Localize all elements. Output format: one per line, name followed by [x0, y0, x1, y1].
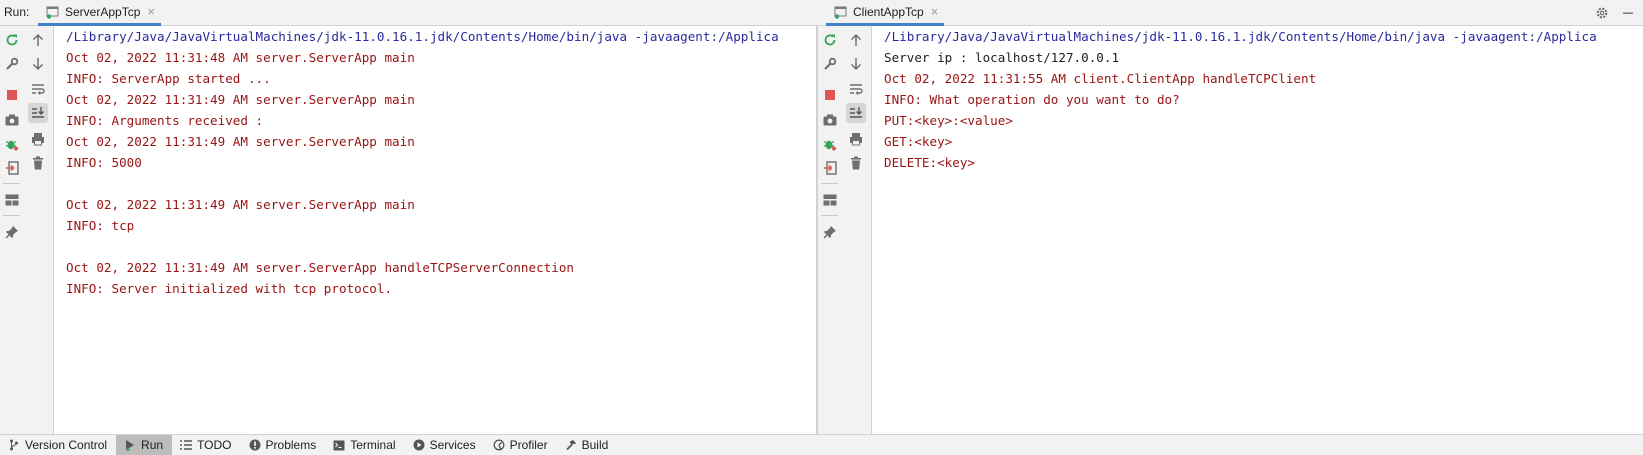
tool-label: Build [581, 438, 609, 452]
console-line: DELETE:<key> [884, 155, 975, 170]
print-icon[interactable] [846, 129, 866, 149]
tool-label: Terminal [350, 438, 396, 452]
debug-icon[interactable] [820, 134, 840, 154]
rerun-icon[interactable] [2, 30, 22, 50]
console-line: INFO: Arguments received : [66, 113, 264, 128]
tool-window-bar: Version Control Run TODO Problems Termin… [0, 434, 1643, 455]
login-icon[interactable] [820, 158, 840, 178]
pin-icon[interactable] [820, 222, 840, 242]
console-line: INFO: ServerApp started ... [66, 71, 271, 86]
arrow-down-icon[interactable] [28, 54, 48, 74]
trash-icon[interactable] [846, 153, 866, 173]
problems-icon [249, 439, 261, 451]
services-icon [413, 439, 425, 451]
console-line: GET:<key> [884, 134, 953, 149]
tool-label: Services [429, 438, 476, 452]
console-actions-toolbar [23, 26, 54, 434]
stop-icon[interactable] [820, 85, 840, 105]
console-line: Oct 02, 2022 11:31:49 AM server.ServerAp… [66, 134, 415, 149]
debug-icon[interactable] [2, 134, 22, 154]
server-run-panel: /Library/Java/JavaVirtualMachines/jdk-11… [0, 26, 816, 434]
camera-icon[interactable] [2, 110, 22, 130]
run-actions-toolbar [818, 26, 841, 434]
pin-icon[interactable] [2, 222, 22, 242]
stop-icon[interactable] [2, 85, 22, 105]
close-icon[interactable]: × [147, 5, 155, 18]
console-line: /Library/Java/JavaVirtualMachines/jdk-11… [66, 29, 779, 44]
login-icon[interactable] [2, 158, 22, 178]
gear-icon[interactable] [1593, 4, 1611, 22]
list-icon [180, 439, 193, 451]
print-icon[interactable] [28, 129, 48, 149]
console-line: INFO: Server initialized with tcp protoc… [66, 281, 393, 296]
soft-wrap-icon[interactable] [28, 79, 48, 99]
tool-todo[interactable]: TODO [172, 435, 240, 455]
run-config-icon [834, 5, 848, 19]
tab-client-app-tcp[interactable]: ClientAppTcp × [826, 0, 945, 26]
tool-version-control[interactable]: Version Control [0, 435, 116, 455]
close-icon[interactable]: × [931, 5, 939, 18]
console-line: INFO: What operation do you want to do? [884, 92, 1180, 107]
layout-icon[interactable] [820, 190, 840, 210]
hammer-icon [565, 439, 577, 451]
client-console-output[interactable]: /Library/Java/JavaVirtualMachines/jdk-11… [884, 26, 1643, 434]
console-line: Server ip : localhost/127.0.0.1 [884, 50, 1120, 65]
tool-run[interactable]: Run [116, 434, 173, 455]
run-actions-toolbar [0, 26, 23, 434]
soft-wrap-icon[interactable] [846, 79, 866, 99]
run-config-icon [46, 5, 60, 19]
minimize-icon[interactable] [1619, 4, 1637, 22]
wrench-icon[interactable] [2, 54, 22, 74]
run-tool-window-header: Run: ServerAppTcp × ClientAppTcp × [0, 0, 1643, 26]
tool-label: Problems [265, 438, 317, 452]
tool-label: TODO [197, 438, 232, 452]
console-actions-toolbar [841, 26, 872, 434]
wrench-icon[interactable] [820, 54, 840, 74]
tool-problems[interactable]: Problems [241, 435, 326, 455]
console-line: INFO: tcp [66, 218, 135, 233]
client-run-panel: /Library/Java/JavaVirtualMachines/jdk-11… [818, 26, 1643, 434]
console-line: Oct 02, 2022 11:31:48 AM server.ServerAp… [66, 50, 415, 65]
tool-label: Version Control [25, 438, 108, 452]
tool-services[interactable]: Services [405, 435, 485, 455]
tool-label: Run [141, 438, 164, 452]
console-line: Oct 02, 2022 11:31:49 AM server.ServerAp… [66, 197, 415, 212]
run-icon [124, 439, 136, 451]
console-line: Oct 02, 2022 11:31:49 AM server.ServerAp… [66, 260, 574, 275]
camera-icon[interactable] [820, 110, 840, 130]
arrow-down-icon[interactable] [846, 54, 866, 74]
terminal-icon [333, 439, 345, 451]
console-line: Oct 02, 2022 11:31:55 AM client.ClientAp… [884, 71, 1317, 86]
scroll-to-end-icon[interactable] [846, 103, 866, 123]
tab-label: ServerAppTcp [65, 4, 141, 19]
run-label: Run: [4, 5, 30, 19]
tool-terminal[interactable]: Terminal [325, 435, 404, 455]
layout-icon[interactable] [2, 190, 22, 210]
branch-icon [8, 439, 20, 451]
arrow-up-icon[interactable] [846, 30, 866, 50]
tool-label: Profiler [509, 438, 548, 452]
tab-server-app-tcp[interactable]: ServerAppTcp × [38, 0, 161, 26]
console-line: Oct 02, 2022 11:31:49 AM server.ServerAp… [66, 92, 415, 107]
profiler-icon [493, 439, 505, 451]
arrow-up-icon[interactable] [28, 30, 48, 50]
scroll-to-end-icon[interactable] [28, 103, 48, 123]
tab-label: ClientAppTcp [853, 4, 924, 19]
rerun-icon[interactable] [820, 30, 840, 50]
tool-profiler[interactable]: Profiler [485, 435, 557, 455]
console-line: PUT:<key>:<value> [884, 113, 1013, 128]
trash-icon[interactable] [28, 153, 48, 173]
console-line: INFO: 5000 [66, 155, 142, 170]
console-line: /Library/Java/JavaVirtualMachines/jdk-11… [884, 29, 1597, 44]
server-console-output[interactable]: /Library/Java/JavaVirtualMachines/jdk-11… [66, 26, 816, 434]
tool-build[interactable]: Build [557, 435, 618, 455]
